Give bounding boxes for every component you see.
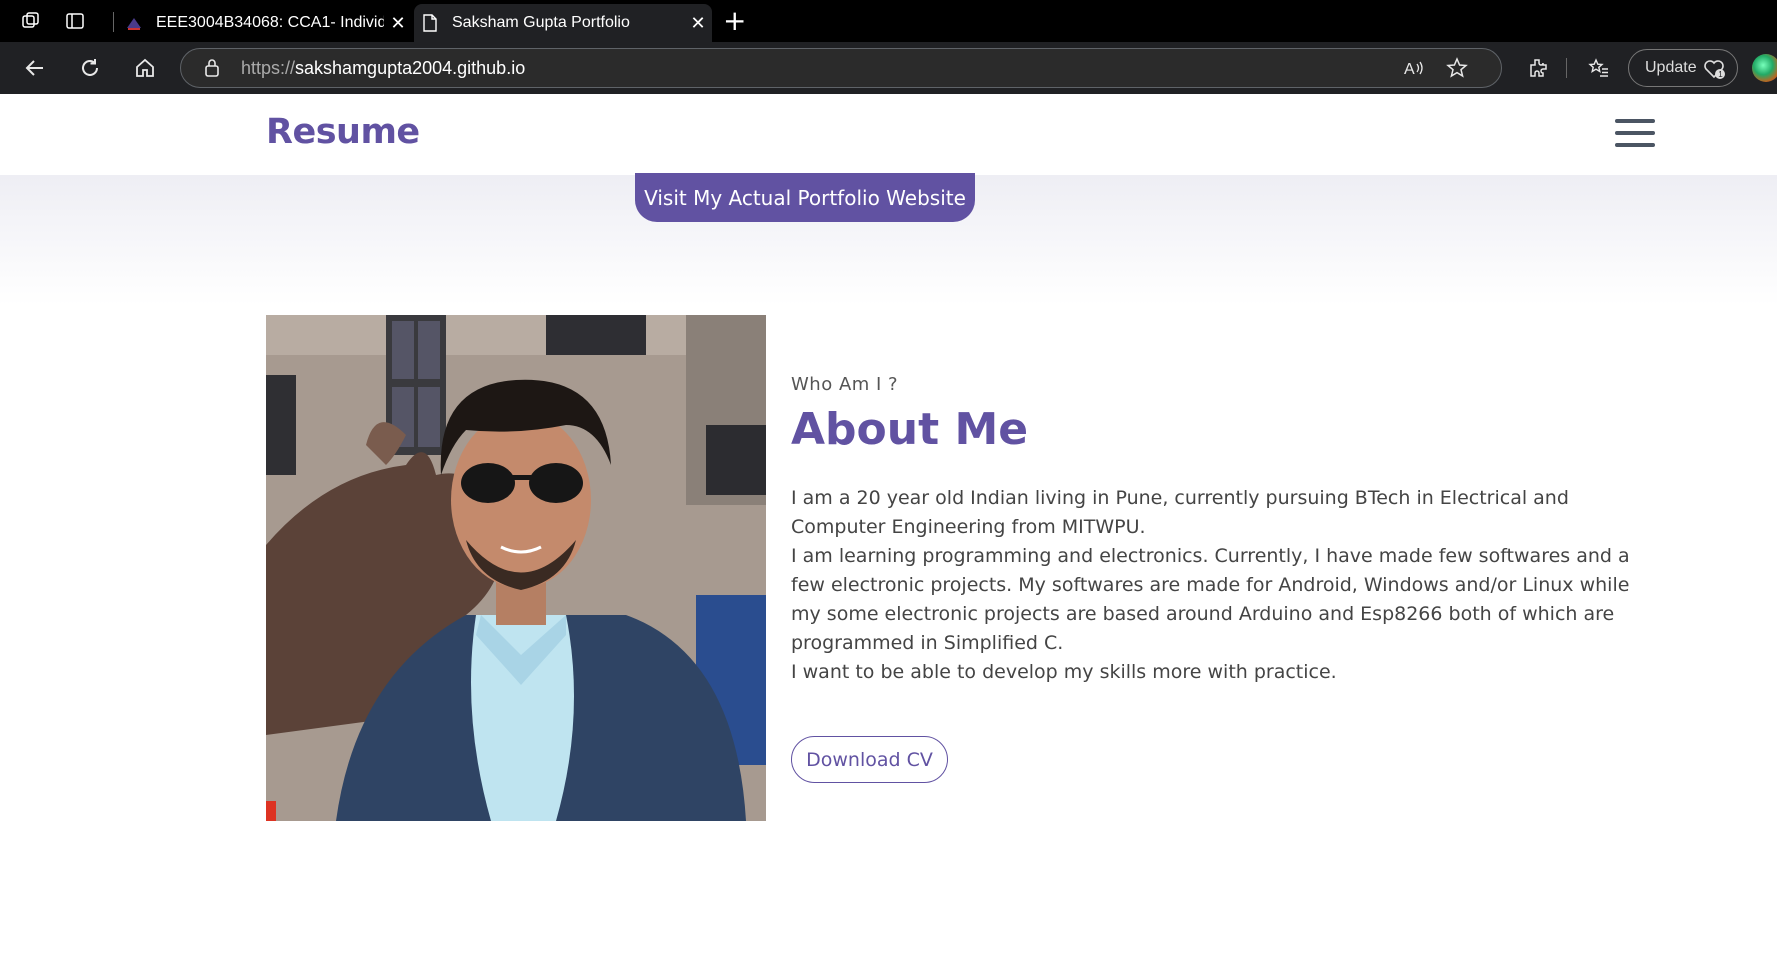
toolbar-divider — [1566, 58, 1567, 78]
update-button[interactable]: Update 1 — [1628, 49, 1738, 87]
about-title: About Me — [791, 404, 1029, 455]
favorites-icon[interactable] — [1584, 53, 1614, 83]
about-eyebrow: Who Am I ? — [791, 374, 899, 395]
web-page: Resume Visit My Actual Portfolio Website — [0, 94, 1777, 957]
site-brand[interactable]: Resume — [266, 112, 420, 152]
about-paragraph: I am learning programming and electronic… — [791, 545, 1630, 654]
tab-course[interactable]: EEE3004B34068: CCA1- Individual ✕ — [118, 4, 412, 42]
about-paragraph: I am a 20 year old Indian living in Pune… — [791, 487, 1569, 538]
download-cv-button[interactable]: Download CV — [791, 736, 948, 783]
profile-avatar[interactable] — [1752, 54, 1777, 82]
url-host: sakshamgupta2004.github.io — [295, 58, 526, 78]
favorite-star-icon[interactable] — [1446, 57, 1468, 83]
browser-tab-strip: EEE3004B34068: CCA1- Individual ✕ Saksha… — [0, 0, 1777, 42]
update-label: Update — [1645, 59, 1697, 76]
url-text: https://sakshamgupta2004.github.io — [241, 58, 525, 79]
lock-icon[interactable] — [203, 58, 221, 82]
refresh-icon[interactable] — [75, 53, 105, 83]
page-favicon-icon — [420, 13, 440, 33]
tab-title: Saksham Gupta Portfolio — [452, 14, 630, 31]
close-tab-icon[interactable]: ✕ — [384, 13, 412, 34]
home-icon[interactable] — [130, 53, 160, 83]
workspaces-icon[interactable] — [20, 10, 42, 32]
tab-actions-icon[interactable] — [64, 10, 86, 32]
url-scheme: https:// — [241, 58, 296, 78]
update-badge: 1 — [1718, 70, 1723, 79]
close-tab-icon[interactable]: ✕ — [684, 13, 712, 34]
browser-toolbar: https://sakshamgupta2004.github.io A Upd… — [0, 42, 1777, 94]
visit-portfolio-button[interactable]: Visit My Actual Portfolio Website — [635, 173, 975, 222]
site-navbar: Resume — [0, 94, 1777, 175]
tab-separator — [113, 12, 114, 32]
university-favicon-icon — [124, 13, 144, 33]
about-paragraph: I want to be able to develop my skills m… — [791, 661, 1337, 683]
new-tab-button[interactable]: + — [723, 7, 746, 35]
tab-title: EEE3004B34068: CCA1- Individual — [156, 14, 384, 31]
hamburger-menu-icon[interactable] — [1615, 119, 1655, 149]
about-description: I am a 20 year old Indian living in Pune… — [791, 484, 1661, 687]
extensions-icon[interactable] — [1523, 53, 1553, 83]
svg-text:A: A — [1404, 61, 1415, 78]
heart-update-icon: 1 — [1703, 58, 1727, 85]
read-aloud-icon[interactable]: A — [1403, 58, 1425, 82]
back-icon[interactable] — [20, 53, 50, 83]
tab-portfolio[interactable]: Saksham Gupta Portfolio ✕ — [414, 4, 712, 42]
profile-photo — [266, 315, 766, 821]
address-bar[interactable]: https://sakshamgupta2004.github.io A — [180, 48, 1502, 88]
